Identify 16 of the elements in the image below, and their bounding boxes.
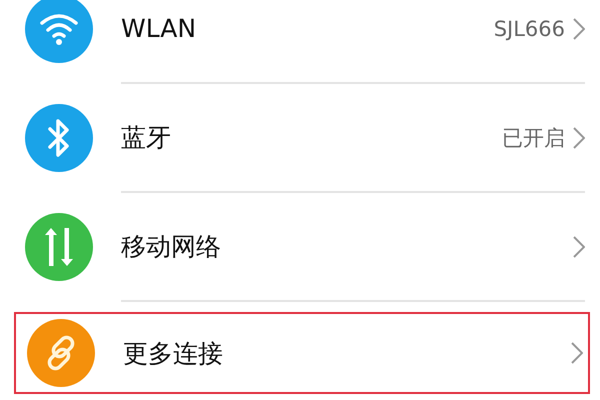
setting-label: 蓝牙	[121, 122, 172, 154]
settings-row[interactable]: WLAN SJL666	[0, 0, 600, 82]
chevron-icon	[573, 126, 585, 148]
setting-label: 更多连接	[123, 338, 224, 370]
chevron-icon	[573, 18, 585, 40]
setting-value: SJL666	[494, 16, 565, 40]
setting-value: 已开启	[502, 124, 565, 152]
settings-row[interactable]: 蓝牙 已开启	[0, 84, 600, 191]
up-down-arrows-icon	[44, 226, 74, 268]
highlight-frame[interactable]: 更多连接	[14, 312, 590, 394]
setting-label: 移动网络	[121, 231, 222, 263]
settings-row[interactable]: 移动网络	[0, 193, 600, 300]
setting-label: WLAN	[121, 14, 198, 43]
chevron-icon	[571, 342, 583, 364]
bluetooth-icon	[46, 118, 72, 158]
chevron-icon	[573, 236, 585, 258]
